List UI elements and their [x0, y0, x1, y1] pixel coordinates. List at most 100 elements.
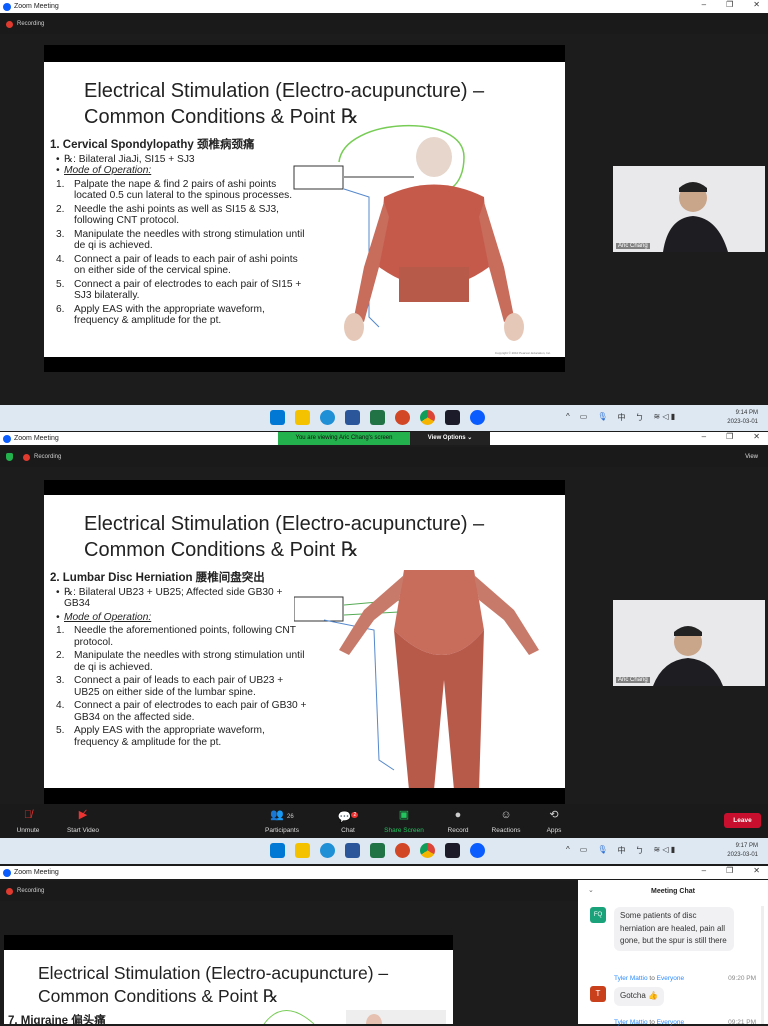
chrome-icon[interactable]	[420, 410, 435, 425]
zoom-taskbar-icon[interactable]	[470, 843, 485, 858]
title-bar: Zoom Meeting – ❐ ✕	[0, 0, 768, 13]
window-title: Zoom Meeting	[14, 869, 59, 876]
excel-icon[interactable]	[370, 410, 385, 425]
zoom-taskbar-icon[interactable]	[470, 410, 485, 425]
zoom-logo-icon	[3, 434, 11, 443]
slide-body: 2. Lumbar Disc Herniation 腰椎间盘突出 ℞: Bila…	[50, 572, 308, 748]
meeting-chat-panel: ⌄ Meeting Chat FQ Some patients of disc …	[578, 880, 768, 1026]
window-title: Zoom Meeting	[14, 3, 59, 10]
edge-icon[interactable]	[320, 843, 335, 858]
minimize-button[interactable]: –	[702, 0, 706, 9]
word-icon[interactable]	[345, 843, 360, 858]
window-title: Zoom Meeting	[14, 435, 59, 442]
lower-body-muscles-illustration	[294, 570, 539, 788]
powerpoint-icon[interactable]	[395, 843, 410, 858]
recording-icon	[6, 20, 13, 28]
keyboard-icon[interactable]: ▭	[580, 412, 588, 423]
record-button[interactable]: ● Record	[433, 806, 483, 834]
share-screen-button[interactable]: ▣ Share Screen	[379, 806, 429, 834]
close-button[interactable]: ✕	[753, 0, 760, 9]
windows-taskbar: ^ ▭ 🎙 中ㄅ ≋ ◁ ▮ 9:17 PM 2023-03-01	[0, 838, 768, 864]
chevron-up-icon[interactable]: ^	[566, 412, 570, 423]
file-explorer-icon[interactable]	[295, 843, 310, 858]
slide-title: Electrical Stimulation (Electro-acupunct…	[84, 513, 485, 535]
shared-slide-2: Electrical Stimulation (Electro-acupunct…	[44, 495, 565, 788]
chat-message-header: Tyler Mattio to Everyone 09:20 PM	[614, 975, 756, 982]
recording-icon	[23, 453, 30, 461]
shared-slide-3: Electrical Stimulation (Electro-acupunct…	[4, 950, 453, 1024]
mic-icon[interactable]: 🎙	[597, 845, 607, 856]
zoom-logo-icon	[3, 2, 11, 11]
participants-icon: 👥 26	[270, 809, 294, 821]
recording-bar: Recording	[0, 881, 578, 901]
recording-label: Recording	[17, 21, 45, 27]
reactions-button[interactable]: ☺ Reactions	[481, 806, 531, 834]
view-button[interactable]: View	[745, 454, 758, 460]
clock[interactable]: 9:14 PM 2023-03-01	[727, 409, 758, 427]
restore-button[interactable]: ❐	[726, 0, 733, 9]
chat-icon: 💬 2	[337, 811, 359, 824]
viewing-banner: You are viewing Aric Chang's screen	[278, 432, 410, 445]
ime-indicator[interactable]: 中	[617, 845, 625, 856]
minimize-button[interactable]: –	[702, 866, 706, 875]
chrome-icon[interactable]	[420, 843, 435, 858]
close-button[interactable]: ✕	[753, 432, 760, 441]
keyboard-icon[interactable]: ▭	[580, 845, 588, 856]
chat-message-header: Tyler Mattio to Everyone 09:21 PM	[614, 1019, 756, 1026]
restore-button[interactable]: ❐	[726, 432, 733, 441]
slide-heading: 7. Migraine 偏头痛	[8, 1015, 106, 1024]
head-illustration	[263, 1010, 446, 1024]
excel-icon[interactable]	[370, 843, 385, 858]
app-icon[interactable]	[445, 410, 460, 425]
powerpoint-icon[interactable]	[395, 410, 410, 425]
close-button[interactable]: ✕	[753, 866, 760, 875]
start-icon[interactable]	[270, 843, 285, 858]
mic-icon[interactable]: 🎙	[597, 412, 607, 423]
video-tile-aric-chang[interactable]: Aric Chang	[613, 600, 765, 686]
slide-title: Electrical Stimulation (Electro-acupunct…	[38, 963, 389, 983]
unmute-button[interactable]: 🎙̸ Unmute	[3, 806, 53, 834]
slide-title: Electrical Stimulation (Electro-acupunct…	[84, 80, 485, 102]
participant-name: Aric Chang	[616, 243, 650, 249]
chat-title: Meeting Chat	[651, 888, 695, 895]
apps-button[interactable]: ⟲ Apps	[529, 806, 579, 834]
restore-button[interactable]: ❐	[726, 866, 733, 875]
recording-bar: Recording	[0, 14, 768, 34]
avatar: T	[590, 986, 606, 1002]
chat-button[interactable]: 💬 2 Chat	[323, 806, 373, 834]
collapse-chevron-icon[interactable]: ⌄	[588, 886, 594, 894]
record-icon: ●	[454, 809, 462, 821]
encryption-shield-icon	[6, 453, 13, 461]
mic-muted-icon: 🎙̸	[23, 809, 33, 821]
start-video-button[interactable]: ▶̸ Start Video	[58, 806, 108, 834]
apps-icon: ⟲	[549, 809, 559, 821]
participant-name: Aric Chang	[616, 677, 650, 683]
reactions-icon: ☺	[500, 809, 512, 821]
recording-bar: Recording View	[0, 447, 768, 467]
chat-scrollbar[interactable]	[761, 906, 764, 1024]
start-icon[interactable]	[270, 410, 285, 425]
file-explorer-icon[interactable]	[295, 410, 310, 425]
meeting-toolbar: 🎙̸ Unmute ▶̸ Start Video 👥 26 Participants …	[0, 804, 768, 838]
clock[interactable]: 9:17 PM 2023-03-01	[727, 842, 758, 860]
ime-indicator[interactable]: 中	[617, 412, 625, 423]
leave-button[interactable]: Leave	[724, 813, 761, 828]
ime-mode[interactable]: ㄅ	[635, 845, 643, 856]
video-tile-aric-chang[interactable]: Aric Chang	[613, 166, 765, 252]
wifi-volume-battery-icon[interactable]: ≋ ◁ ▮	[653, 845, 675, 856]
recording-label: Recording	[34, 454, 62, 460]
minimize-button[interactable]: –	[702, 432, 706, 441]
edge-icon[interactable]	[320, 410, 335, 425]
wifi-volume-battery-icon[interactable]: ≋ ◁ ▮	[653, 412, 675, 423]
recording-label: Recording	[17, 888, 45, 894]
view-options-button[interactable]: View Options ⌄	[410, 432, 490, 445]
word-icon[interactable]	[345, 410, 360, 425]
recording-icon	[6, 887, 13, 895]
app-icon[interactable]	[445, 843, 460, 858]
share-screen-icon: ▣	[398, 809, 410, 821]
avatar: FQ	[590, 907, 606, 923]
participants-button[interactable]: 👥 26 Participants	[257, 806, 307, 834]
ime-mode[interactable]: ㄅ	[635, 412, 643, 423]
chevron-up-icon[interactable]: ^	[566, 845, 570, 856]
zoom-logo-icon	[3, 868, 11, 877]
